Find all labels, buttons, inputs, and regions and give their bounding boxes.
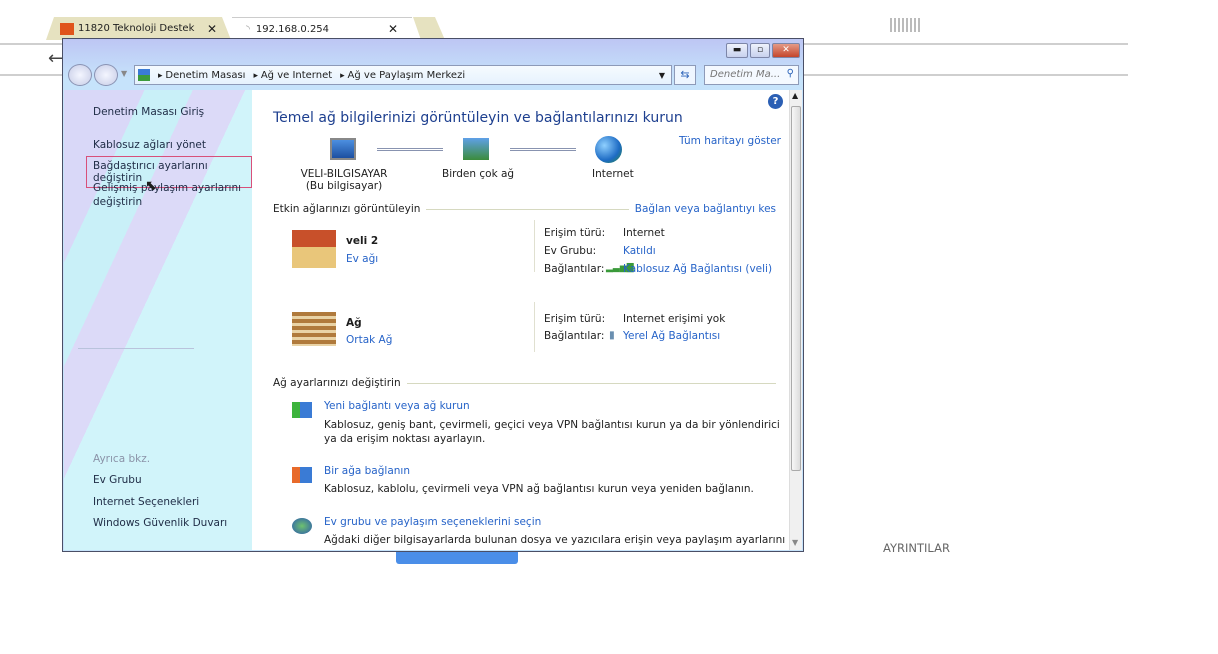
main-content: ? Temel ağ bilgilerinizi görüntüleyin ve… — [252, 90, 789, 550]
browser-tab-2[interactable]: ◝ 192.168.0.254 ✕ — [232, 17, 412, 40]
task-connect-link[interactable]: Bir ağa bağlanın — [324, 465, 410, 477]
blue-button[interactable] — [396, 550, 518, 564]
close-tab-icon[interactable]: ✕ — [388, 22, 398, 36]
scroll-thumb[interactable] — [791, 106, 801, 471]
network-icon — [138, 69, 150, 81]
task-new-connection-link[interactable]: Yeni bağlantı veya ağ kurun — [324, 400, 470, 412]
refresh-icon[interactable]: ⇆ — [674, 65, 696, 85]
task-homegroup-link[interactable]: Ev grubu ve paylaşım seçeneklerini seçin — [324, 516, 541, 528]
close-button[interactable]: ✕ — [772, 43, 800, 58]
wireless-connection-link[interactable]: Kablosuz Ağ Bağlantısı (veli) — [623, 263, 772, 275]
mouse-cursor-icon: ⬉ — [145, 178, 157, 194]
network-type-link[interactable]: Ortak Ağ — [346, 334, 392, 346]
change-settings-header: Ağ ayarlarınızı değiştirin — [273, 377, 776, 389]
vertical-scrollbar[interactable]: ▲ ▼ — [789, 90, 802, 550]
breadcrumb-network-center[interactable]: Ağ ve Paylaşım Merkezi — [340, 70, 466, 81]
breadcrumb-network-internet[interactable]: Ağ ve Internet — [253, 70, 332, 81]
tab-title: 11820 Teknoloji Destek Hat — [78, 23, 198, 34]
minimize-button[interactable]: ▬ — [726, 43, 748, 58]
access-type: Internet — [623, 227, 665, 239]
task-description: Kablosuz, geniş bant, çevirmeli, geçici … — [324, 419, 780, 445]
see-also-internet-options[interactable]: Internet Seçenekleri — [93, 496, 199, 508]
see-also-firewall[interactable]: Windows Güvenlik Duvarı — [93, 517, 227, 529]
map-internet: Internet — [592, 168, 634, 180]
sidebar-home[interactable]: Denetim Masası Giriş — [93, 106, 204, 118]
new-connection-icon — [292, 402, 312, 418]
home-network-icon — [292, 230, 336, 268]
divider — [78, 348, 194, 349]
tab-title: 192.168.0.254 — [255, 23, 330, 35]
details-link[interactable]: AYRINTILAR — [883, 541, 950, 555]
divider — [534, 220, 535, 272]
lan-connection-link[interactable]: Yerel Ağ Bağlantısı — [623, 330, 720, 342]
search-icon: ⚲ — [786, 68, 794, 79]
search-input[interactable]: Denetim Ma... ⚲ — [704, 65, 799, 85]
connector-line — [510, 148, 576, 151]
scroll-up-icon[interactable]: ▲ — [792, 91, 798, 100]
connect-network-icon — [292, 467, 312, 483]
breadcrumb-control-panel[interactable]: Denetim Masası — [158, 70, 245, 81]
forward-button[interactable] — [94, 64, 118, 86]
computer-icon — [330, 138, 356, 160]
label: Bağlantılar: — [544, 330, 605, 342]
see-also-homegroup[interactable]: Ev Grubu — [93, 474, 142, 486]
connect-disconnect-link[interactable]: Bağlan veya bağlantıyı kes — [635, 203, 776, 215]
address-dropdown-icon[interactable]: ▼ — [659, 71, 665, 80]
site-favicon — [60, 22, 74, 35]
close-tab-icon[interactable]: ✕ — [207, 22, 217, 36]
history-dropdown-icon[interactable]: ▼ — [121, 69, 127, 78]
label: Bağlantılar: — [544, 263, 605, 275]
task-description: Kablosuz, kablolu, çevirmeli veya VPN ağ… — [324, 483, 754, 495]
active-networks-header: Etkin ağlarınızı görüntüleyin Bağlan veya… — [273, 203, 776, 215]
homegroup-icon — [292, 518, 312, 534]
network-sharing-window: ▬ ▫ ✕ ▼ Denetim Masası Ağ ve Internet Ağ… — [62, 38, 804, 552]
task-description: Ağdaki diğer bilgisayarlarda bulunan dos… — [324, 534, 786, 546]
maximize-button[interactable]: ▫ — [750, 43, 770, 58]
full-map-link[interactable]: Tüm haritayı göster — [679, 135, 781, 147]
back-button[interactable] — [68, 64, 92, 86]
divider — [534, 302, 535, 352]
ethernet-icon: ▮ — [609, 329, 615, 341]
network-name: veli 2 — [346, 235, 379, 247]
loading-icon: ◝ — [246, 23, 250, 35]
label: Erişim türü: — [544, 227, 606, 239]
public-network-icon — [292, 312, 336, 346]
address-bar[interactable]: Denetim Masası Ağ ve Internet Ağ ve Payl… — [134, 65, 672, 85]
map-computer: VELI-BILGISAYAR (Bu bilgisayar) — [300, 168, 388, 192]
new-tab-button[interactable] — [413, 17, 445, 40]
page-title: Temel ağ bilgilerinizi görüntüleyin ve b… — [273, 110, 683, 126]
sidebar: Denetim Masası Giriş Kablosuz ağları yön… — [64, 90, 252, 550]
sidebar-advanced-sharing[interactable]: Gelişmiş paylaşım ayarlarını değiştirin — [93, 181, 243, 209]
connector-line — [377, 148, 443, 151]
multiple-networks-icon — [463, 138, 489, 160]
globe-icon — [595, 136, 622, 163]
label: Erişim türü: — [544, 313, 606, 325]
network-name: Ağ — [346, 317, 362, 329]
sidebar-manage-wireless[interactable]: Kablosuz ağları yönet — [93, 139, 206, 151]
network-type-link[interactable]: Ev ağı — [346, 253, 378, 265]
access-type: Internet erişimi yok — [623, 313, 726, 325]
see-also-heading: Ayrıca bkz. — [93, 453, 151, 465]
scroll-down-icon[interactable]: ▼ — [792, 538, 798, 547]
help-icon[interactable]: ? — [768, 94, 783, 109]
homegroup-link[interactable]: Katıldı — [623, 245, 656, 257]
back-arrow-icon[interactable]: ← — [48, 48, 63, 69]
menu-icon[interactable] — [890, 18, 922, 32]
map-network: Birden çok ağ — [442, 168, 515, 180]
label: Ev Grubu: — [544, 245, 597, 257]
browser-tab-1[interactable]: 11820 Teknoloji Destek Hat ✕ — [46, 17, 231, 40]
